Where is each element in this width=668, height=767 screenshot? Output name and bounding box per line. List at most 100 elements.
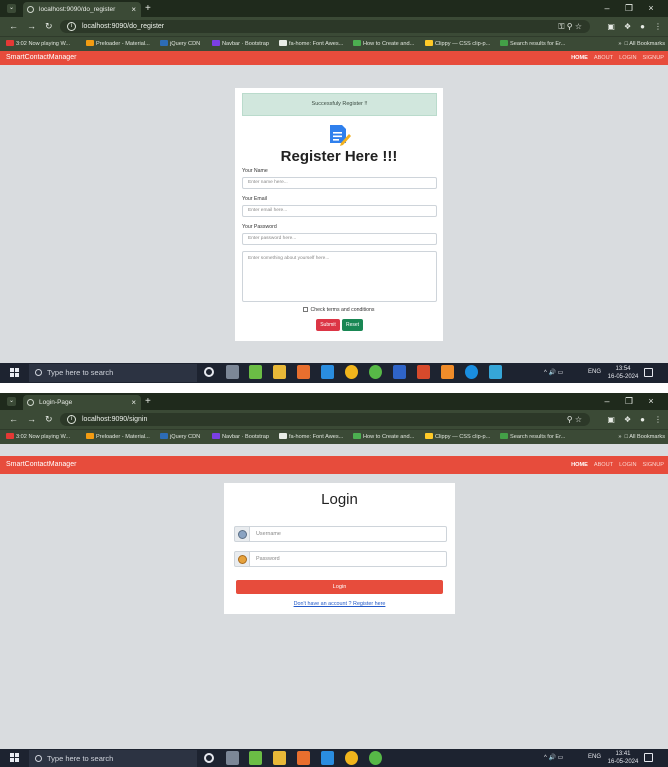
bookmark-item[interactable]: Search results for Er...: [500, 37, 565, 51]
password-input[interactable]: Password: [250, 551, 447, 567]
email-input[interactable]: Enter email here...: [242, 205, 437, 217]
zoom-icon[interactable]: ⚲: [567, 415, 573, 424]
tab-search-button[interactable]: ⌄: [7, 397, 16, 406]
taskbar-search[interactable]: Type here to search: [29, 364, 197, 382]
media-icon[interactable]: ▣: [607, 22, 615, 31]
clock[interactable]: 13:54 16-05-2024: [606, 365, 640, 381]
bookmark-item[interactable]: Navbar · Bootstrap: [212, 37, 269, 51]
bookmark-item[interactable]: Clippy — CSS clip-p...: [425, 430, 490, 444]
language-indicator[interactable]: ENG: [588, 369, 601, 375]
taskbar-search[interactable]: Type here to search: [29, 750, 197, 767]
about-textarea[interactable]: Enter something about yourself here...: [242, 251, 437, 302]
profile-icon[interactable]: ●: [640, 22, 645, 31]
password-input[interactable]: Enter password here...: [242, 233, 437, 245]
forward-icon[interactable]: →: [27, 20, 36, 33]
sublime-icon[interactable]: [297, 365, 310, 379]
info-icon[interactable]: i: [67, 415, 76, 424]
address-bar[interactable]: i localhost:9090/do_register ⚿ ⚲ ☆: [60, 20, 590, 33]
app-icon[interactable]: [489, 365, 502, 379]
media-icon[interactable]: ▣: [607, 415, 615, 424]
bookmark-star-icon[interactable]: ☆: [575, 22, 582, 31]
bookmark-item[interactable]: How to Create and...: [353, 37, 414, 51]
nav-about[interactable]: ABOUT: [594, 55, 613, 61]
nav-signup[interactable]: SIGNUP: [643, 55, 664, 61]
cortana-icon[interactable]: [204, 753, 214, 763]
task-view-icon[interactable]: [226, 751, 239, 765]
nav-login[interactable]: LOGIN: [619, 462, 636, 468]
file-explorer-icon[interactable]: [273, 365, 286, 379]
forward-icon[interactable]: →: [27, 413, 36, 426]
new-tab-button[interactable]: +: [145, 395, 151, 408]
back-icon[interactable]: ←: [9, 413, 18, 426]
name-input[interactable]: Enter name here...: [242, 177, 437, 189]
extensions-icon[interactable]: ❖: [624, 415, 631, 424]
close-tab-icon[interactable]: ×: [131, 395, 136, 410]
bookmark-star-icon[interactable]: ☆: [575, 415, 582, 424]
nav-home[interactable]: HOME: [571, 462, 588, 468]
all-bookmarks[interactable]: » □ All Bookmarks: [618, 37, 665, 51]
close-window-icon[interactable]: ×: [640, 2, 662, 15]
bookmark-item[interactable]: jQuery CDN: [160, 37, 200, 51]
bookmark-item[interactable]: fa-home: Font Awes...: [279, 430, 343, 444]
new-tab-button[interactable]: +: [145, 2, 151, 15]
nav-home[interactable]: HOME: [571, 55, 588, 61]
brand-link[interactable]: SmartContactManager: [6, 456, 76, 474]
bookmark-item[interactable]: How to Create and...: [353, 430, 414, 444]
tray-icons[interactable]: ^ 🔊 ▭: [544, 369, 563, 376]
bookmark-item[interactable]: fa-home: Font Awes...: [279, 37, 343, 51]
bookmark-item[interactable]: Preloader - Material...: [86, 430, 150, 444]
close-window-icon[interactable]: ×: [640, 395, 662, 408]
windows-logo-icon[interactable]: [10, 368, 20, 378]
menu-icon[interactable]: ⋮: [654, 415, 662, 424]
word-icon[interactable]: [393, 365, 406, 379]
bookmark-item[interactable]: 3:02 Now playing W...: [6, 37, 70, 51]
bookmark-item[interactable]: 3:02 Now playing W...: [6, 430, 70, 444]
submit-button[interactable]: Submit: [316, 319, 340, 331]
vscode-icon[interactable]: [321, 365, 334, 379]
terms-checkbox[interactable]: [303, 307, 309, 312]
maximize-icon[interactable]: ❐: [618, 395, 640, 408]
edge-icon[interactable]: [465, 365, 478, 379]
file-explorer-icon[interactable]: [273, 751, 286, 765]
bookmarks-overflow-icon[interactable]: »: [618, 41, 621, 47]
bookmark-item[interactable]: Clippy — CSS clip-p...: [425, 37, 490, 51]
minimize-icon[interactable]: –: [596, 395, 618, 408]
powerpoint-icon[interactable]: [417, 365, 430, 379]
sublime-icon[interactable]: [297, 751, 310, 765]
cortana-icon[interactable]: [204, 367, 214, 377]
task-view-icon[interactable]: [226, 365, 239, 379]
nav-about[interactable]: ABOUT: [594, 462, 613, 468]
zoom-icon[interactable]: ⚲: [567, 22, 573, 31]
notification-icon[interactable]: [644, 753, 653, 762]
profile-icon[interactable]: ●: [640, 415, 645, 424]
close-tab-icon[interactable]: ×: [131, 2, 136, 17]
spotify-icon[interactable]: [369, 751, 382, 765]
register-link[interactable]: Don't have an account ? Register here: [224, 601, 455, 607]
address-bar[interactable]: i localhost:9090/signin ⚲ ☆: [60, 413, 590, 426]
bookmark-item[interactable]: Preloader - Material...: [86, 37, 150, 51]
tab-search-button[interactable]: ⌄: [7, 4, 16, 13]
app-icon[interactable]: [249, 365, 262, 379]
reset-button[interactable]: Reset: [342, 319, 363, 331]
vscode-icon[interactable]: [321, 751, 334, 765]
minimize-icon[interactable]: –: [596, 2, 618, 15]
notification-icon[interactable]: [644, 368, 653, 377]
bookmark-item[interactable]: jQuery CDN: [160, 430, 200, 444]
tray-icons[interactable]: ^ 🔊 ▭: [544, 754, 563, 761]
password-key-icon[interactable]: ⚿: [558, 22, 564, 31]
reload-icon[interactable]: ↻: [45, 413, 53, 426]
bookmark-item[interactable]: Navbar · Bootstrap: [212, 430, 269, 444]
nav-login[interactable]: LOGIN: [619, 55, 636, 61]
info-icon[interactable]: i: [67, 22, 76, 31]
clock[interactable]: 13:41 16-05-2024: [606, 750, 640, 766]
terms-checkbox-row[interactable]: Check terms and conditions: [235, 307, 443, 313]
all-bookmarks[interactable]: » □ All Bookmarks: [618, 430, 665, 444]
app-icon[interactable]: [441, 365, 454, 379]
menu-icon[interactable]: ⋮: [654, 22, 662, 31]
nav-signup[interactable]: SIGNUP: [643, 462, 664, 468]
browser-tab[interactable]: localhost:9090/do_register ×: [23, 2, 141, 17]
brand-link[interactable]: SmartContactManager: [6, 51, 76, 65]
language-indicator[interactable]: ENG: [588, 754, 601, 760]
spotify-icon[interactable]: [369, 365, 382, 379]
chrome-icon[interactable]: [345, 365, 358, 379]
